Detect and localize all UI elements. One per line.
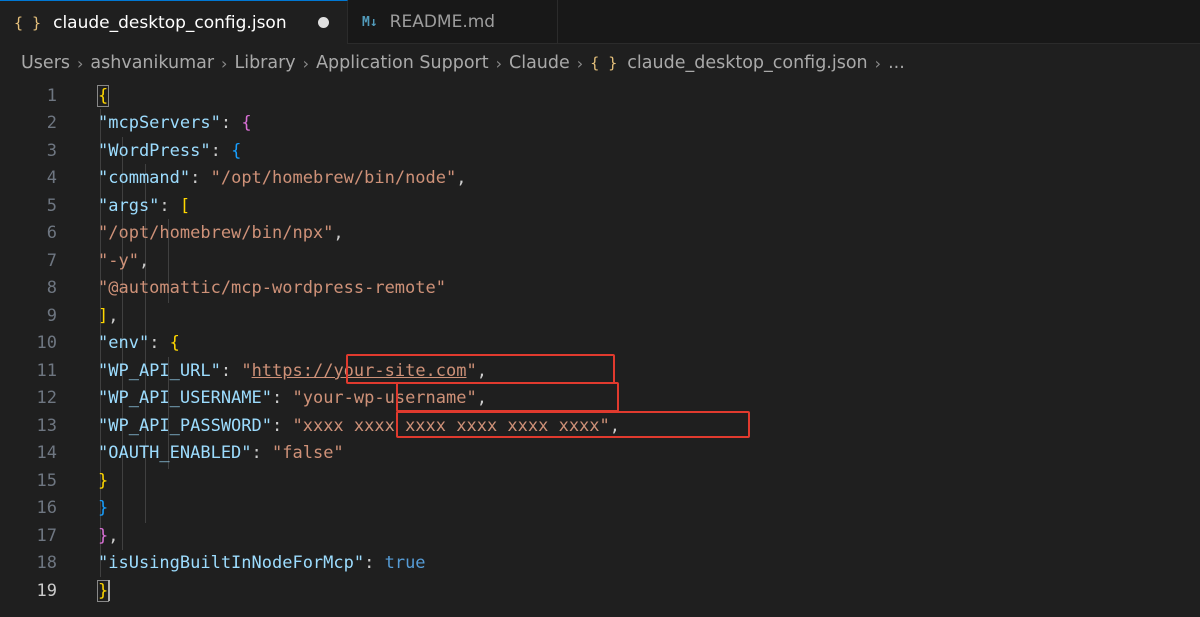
chevron-right-icon: › bbox=[576, 53, 584, 73]
editor-tab-bar: { } claude_desktop_config.json M↓ README… bbox=[0, 0, 1200, 44]
highlight-box-password bbox=[396, 411, 750, 438]
tab-label: README.md bbox=[389, 12, 496, 32]
code-content: "isUsingBuiltInNodeForMcp": true bbox=[98, 553, 426, 574]
line-number: 15 bbox=[36, 470, 57, 491]
code-content: "env": { bbox=[98, 333, 180, 354]
breadcrumb-item[interactable]: Application Support bbox=[316, 53, 489, 73]
line-number: 2 bbox=[46, 113, 57, 134]
code-line[interactable]: 16 } bbox=[0, 495, 1200, 523]
code-content: "mcpServers": { bbox=[98, 113, 252, 134]
unsaved-dot-icon[interactable] bbox=[318, 17, 329, 28]
breadcrumb-item[interactable]: Users bbox=[21, 53, 70, 73]
code-content: "command": "/opt/homebrew/bin/node", bbox=[98, 168, 467, 189]
tab-label: claude_desktop_config.json bbox=[53, 12, 287, 33]
line-number: 9 bbox=[46, 305, 57, 326]
breadcrumb-item[interactable]: Claude bbox=[509, 53, 570, 73]
highlight-box-username bbox=[396, 382, 619, 412]
line-number: 1 bbox=[46, 85, 57, 106]
code-line[interactable]: 8 "@automattic/mcp-wordpress-remote" bbox=[0, 275, 1200, 303]
code-content: "-y", bbox=[98, 250, 150, 271]
chevron-right-icon: › bbox=[495, 53, 502, 73]
code-line[interactable]: 10 "env": { bbox=[0, 330, 1200, 358]
line-number: 3 bbox=[46, 140, 57, 161]
code-content: } bbox=[98, 470, 109, 491]
code-line-current[interactable]: 19 } bbox=[0, 577, 1200, 605]
code-line[interactable]: 4 "command": "/opt/homebrew/bin/node", bbox=[0, 165, 1200, 193]
markdown-file-icon: M↓ bbox=[362, 14, 378, 30]
code-content: "OAUTH_ENABLED": "false" bbox=[98, 443, 344, 464]
breadcrumb-item[interactable]: Library bbox=[234, 53, 295, 73]
code-line[interactable]: 3 "WordPress": { bbox=[0, 137, 1200, 165]
line-number: 13 bbox=[36, 415, 57, 436]
code-content: "args": [ bbox=[98, 195, 191, 216]
code-line[interactable]: 7 "-y", bbox=[0, 247, 1200, 275]
line-number: 18 bbox=[36, 553, 57, 574]
line-number: 16 bbox=[36, 498, 57, 519]
line-number: 8 bbox=[46, 278, 57, 299]
line-number: 10 bbox=[36, 333, 57, 354]
code-line[interactable]: 18 "isUsingBuiltInNodeForMcp": true bbox=[0, 550, 1200, 578]
breadcrumb-item[interactable]: ... bbox=[888, 53, 905, 73]
line-number: 12 bbox=[36, 388, 57, 409]
code-line[interactable]: 6 "/opt/homebrew/bin/npx", bbox=[0, 220, 1200, 248]
code-line[interactable]: 1 { bbox=[0, 82, 1200, 110]
json-file-icon: { } bbox=[590, 54, 618, 72]
code-content: "/opt/homebrew/bin/npx", bbox=[98, 223, 344, 244]
code-line[interactable]: 15 } bbox=[0, 467, 1200, 495]
json-file-icon: { } bbox=[14, 13, 42, 32]
line-number: 7 bbox=[46, 250, 57, 271]
code-line[interactable]: 5 "args": [ bbox=[0, 192, 1200, 220]
code-content: }, bbox=[98, 525, 119, 546]
code-line[interactable]: 17 }, bbox=[0, 522, 1200, 550]
chevron-right-icon: › bbox=[874, 53, 882, 73]
code-line[interactable]: 9 ], bbox=[0, 302, 1200, 330]
breadcrumb: Users › ashvanikumar › Library › Applica… bbox=[0, 44, 1200, 82]
chevron-right-icon: › bbox=[221, 53, 228, 73]
code-content: "WordPress": { bbox=[98, 140, 242, 161]
line-number: 14 bbox=[36, 443, 57, 464]
line-number: 6 bbox=[46, 223, 57, 244]
line-number: 17 bbox=[36, 525, 57, 546]
chevron-right-icon: › bbox=[302, 53, 310, 73]
tab-readme[interactable]: M↓ README.md bbox=[348, 0, 558, 44]
chevron-right-icon: › bbox=[77, 53, 84, 73]
breadcrumb-item[interactable]: ashvanikumar bbox=[90, 53, 214, 73]
line-number: 11 bbox=[36, 360, 57, 381]
code-editor[interactable]: 1 { 2 "mcpServers": { 3 "WordPress": { 4… bbox=[0, 82, 1200, 617]
line-number: 5 bbox=[46, 195, 57, 216]
code-content: ], bbox=[98, 305, 119, 326]
highlight-box-url bbox=[346, 354, 615, 384]
line-number: 19 bbox=[36, 580, 57, 601]
code-content: "@automattic/mcp-wordpress-remote" bbox=[98, 278, 446, 299]
code-content: } bbox=[98, 498, 109, 519]
breadcrumb-item[interactable]: claude_desktop_config.json bbox=[627, 53, 867, 73]
line-number: 4 bbox=[46, 168, 57, 189]
code-line[interactable]: 2 "mcpServers": { bbox=[0, 110, 1200, 138]
text-cursor bbox=[108, 580, 111, 602]
code-line[interactable]: 14 "OAUTH_ENABLED": "false" bbox=[0, 440, 1200, 468]
code-content: } bbox=[96, 579, 111, 602]
code-content: { bbox=[96, 84, 110, 107]
tab-claude-desktop-config[interactable]: { } claude_desktop_config.json bbox=[0, 0, 348, 44]
